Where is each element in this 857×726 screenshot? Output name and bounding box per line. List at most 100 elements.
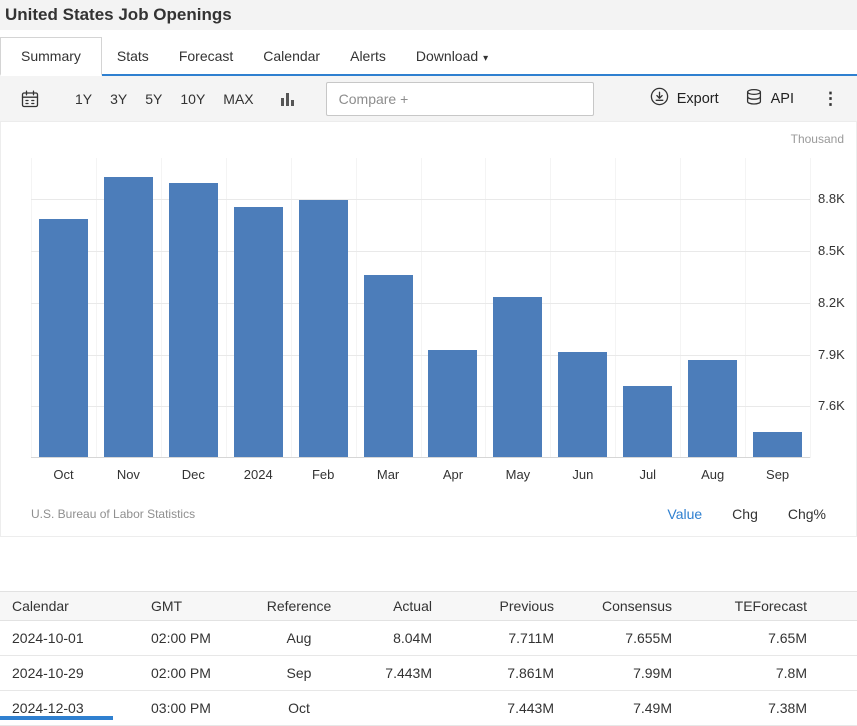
- range-max-button[interactable]: MAX: [214, 85, 262, 113]
- api-label: API: [771, 91, 794, 107]
- x-axis-tick: May: [485, 467, 550, 482]
- tab-download[interactable]: Download ▾: [401, 38, 503, 74]
- table-cell: 02:00 PM: [143, 656, 258, 691]
- y-axis-tick: 7.9K: [818, 347, 857, 362]
- x-axis-labels: OctNovDec2024FebMarAprMayJunJulAugSep: [31, 458, 810, 482]
- bar-slot: [615, 386, 680, 457]
- page-title: United States Job Openings: [5, 5, 849, 25]
- bar-slot: [291, 200, 356, 457]
- chart-panel: Thousand 8.8K8.5K8.2K7.9K7.6K OctNovDec2…: [0, 122, 857, 537]
- y-axis-tick: 7.6K: [818, 398, 857, 413]
- table-cell: 8.04M: [340, 621, 440, 656]
- export-download-icon: [650, 87, 669, 110]
- x-axis-tick: 2024: [226, 467, 291, 482]
- x-axis-tick: Nov: [96, 467, 161, 482]
- bar-slot: [745, 432, 810, 457]
- chart-toolbar: 1Y 3Y 5Y 10Y MAX Export API: [0, 76, 857, 122]
- bar-dec[interactable]: [169, 183, 218, 457]
- api-button[interactable]: API: [735, 82, 804, 116]
- range-1y-button[interactable]: 1Y: [66, 85, 101, 113]
- y-axis-tick: 8.5K: [818, 243, 857, 258]
- y-axis-unit-label: Thousand: [1, 122, 856, 150]
- table-row[interactable]: 2024-10-0102:00 PMAug8.04M7.711M7.655M7.…: [0, 621, 857, 656]
- toolbar-right-group: Export API ⋮: [640, 81, 845, 116]
- export-label: Export: [677, 91, 719, 107]
- database-icon: [745, 88, 763, 110]
- bar-may[interactable]: [493, 297, 542, 457]
- table-cell: Aug: [258, 621, 340, 656]
- bar-jun[interactable]: [558, 352, 607, 457]
- x-axis-tick: Oct: [31, 467, 96, 482]
- table-cell: 7.38M: [680, 691, 857, 726]
- tab-calendar[interactable]: Calendar: [248, 38, 335, 74]
- bar-slot: [356, 275, 421, 457]
- x-axis-tick: Jun: [550, 467, 615, 482]
- export-button[interactable]: Export: [640, 81, 729, 116]
- bar-nov[interactable]: [104, 177, 153, 457]
- chart-footer: U.S. Bureau of Labor Statistics Value Ch…: [31, 506, 826, 522]
- table-cell: 7.8M: [680, 656, 857, 691]
- series-mode-links: Value Chg Chg%: [667, 506, 826, 522]
- range-10y-button[interactable]: 10Y: [171, 85, 214, 113]
- x-axis-tick: Mar: [356, 467, 421, 482]
- range-5y-button[interactable]: 5Y: [136, 85, 171, 113]
- table-cell: 7.49M: [562, 691, 680, 726]
- chg-mode-link[interactable]: Chg: [732, 506, 758, 522]
- table-cell: 7.655M: [562, 621, 680, 656]
- table-cell: 7.443M: [340, 656, 440, 691]
- more-options-icon[interactable]: ⋮: [810, 87, 845, 111]
- chgpct-mode-link[interactable]: Chg%: [788, 506, 826, 522]
- table-header-row: CalendarGMTReferenceActualPreviousConsen…: [0, 592, 857, 621]
- table-row[interactable]: 2024-10-2902:00 PMSep7.443M7.861M7.99M7.…: [0, 656, 857, 691]
- tab-download-label: Download: [416, 48, 478, 64]
- bar-mar[interactable]: [364, 275, 413, 457]
- y-axis-tick: 8.2K: [818, 295, 857, 310]
- value-mode-link[interactable]: Value: [667, 506, 702, 522]
- bar-slot: [485, 297, 550, 457]
- plot-area: [31, 158, 810, 458]
- column-header-gmt: GMT: [143, 592, 258, 621]
- column-header-previous: Previous: [440, 592, 562, 621]
- bar-feb[interactable]: [299, 200, 348, 457]
- table-cell: Oct: [258, 691, 340, 726]
- bar-oct[interactable]: [39, 219, 88, 457]
- table-cell: 7.65M: [680, 621, 857, 656]
- table-body: 2024-10-0102:00 PMAug8.04M7.711M7.655M7.…: [0, 621, 857, 726]
- compare-input[interactable]: [326, 82, 594, 116]
- title-bar: United States Job Openings: [0, 0, 857, 30]
- range-3y-button[interactable]: 3Y: [101, 85, 136, 113]
- date-range-calendar-icon[interactable]: [16, 85, 44, 113]
- tab-bar: Summary Stats Forecast Calendar Alerts D…: [0, 30, 857, 76]
- bar-slot: [31, 219, 96, 457]
- tab-summary[interactable]: Summary: [0, 37, 102, 76]
- table-cell: [340, 691, 440, 726]
- bar-slot: [680, 360, 745, 457]
- column-header-reference: Reference: [258, 592, 340, 621]
- table-cell: Sep: [258, 656, 340, 691]
- bar-apr[interactable]: [428, 350, 477, 457]
- chart-type-icon[interactable]: [281, 92, 294, 106]
- table-cell: 7.99M: [562, 656, 680, 691]
- bottom-scroll-indicator: [0, 716, 113, 720]
- table-cell: 02:00 PM: [143, 621, 258, 656]
- table-cell: 2024-12-03: [0, 691, 143, 726]
- table-cell: 7.861M: [440, 656, 562, 691]
- bar-sep[interactable]: [753, 432, 802, 457]
- column-header-calendar: Calendar: [0, 592, 143, 621]
- bar-jul[interactable]: [623, 386, 672, 457]
- tab-stats[interactable]: Stats: [102, 38, 164, 74]
- calendar-table: CalendarGMTReferenceActualPreviousConsen…: [0, 591, 857, 726]
- x-axis-tick: Dec: [161, 467, 226, 482]
- x-axis-tick: Aug: [680, 467, 745, 482]
- tab-forecast[interactable]: Forecast: [164, 38, 248, 74]
- bar-slot: [226, 207, 291, 457]
- x-axis-tick: Apr: [421, 467, 486, 482]
- chart-plot-wrap: 8.8K8.5K8.2K7.9K7.6K: [31, 158, 810, 458]
- table-cell: 2024-10-01: [0, 621, 143, 656]
- chevron-down-icon: ▾: [483, 53, 488, 64]
- bar-aug[interactable]: [688, 360, 737, 457]
- table-row[interactable]: 2024-12-0303:00 PMOct7.443M7.49M7.38M: [0, 691, 857, 726]
- table-cell: 2024-10-29: [0, 656, 143, 691]
- bar-2024[interactable]: [234, 207, 283, 457]
- tab-alerts[interactable]: Alerts: [335, 38, 401, 74]
